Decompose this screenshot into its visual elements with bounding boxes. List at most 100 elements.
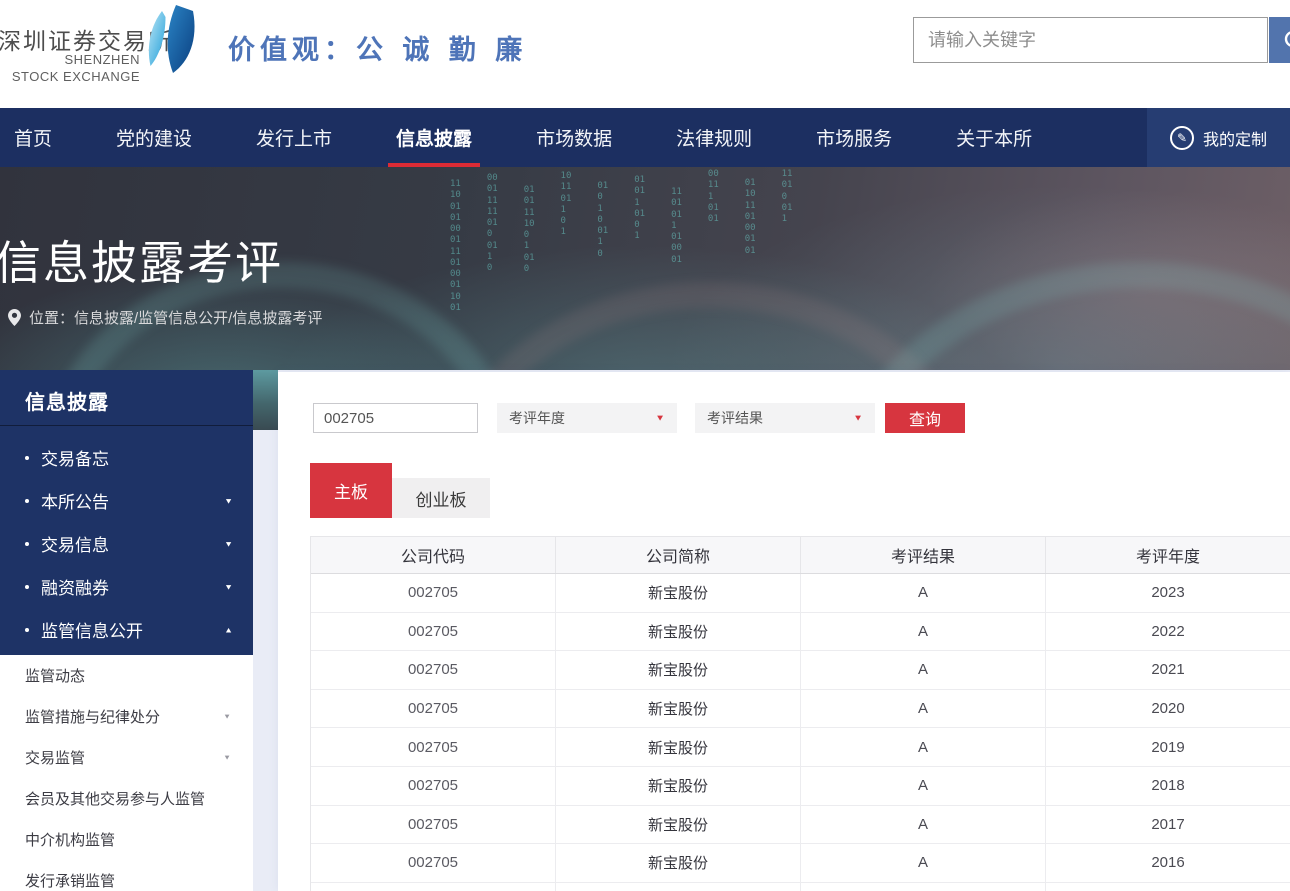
sidebar-item-label: 交易备忘 <box>41 445 109 470</box>
hero-banner: 11 10 01 01 00 01 11 01 00 01 10 0100 01… <box>0 167 1290 370</box>
company-name-cell: 新宝股份 <box>556 728 801 766</box>
binary-column: 00 11 1 01 01 <box>708 169 719 314</box>
sidebar-subitem[interactable]: 中介机构监管 <box>0 819 253 860</box>
szse-logo-icon <box>132 2 208 78</box>
my-customization-label: 我的定制 <box>1203 126 1267 150</box>
page: 深圳证券交易所 SHENZHEN STOCK EXCHANGE 价值观：公 诚 … <box>0 0 1290 891</box>
location-pin-icon <box>8 309 21 326</box>
company-code-cell: 002705 <box>311 651 556 689</box>
sidebar-subitem-label: 监管动态 <box>25 665 85 686</box>
results-table: 公司代码 公司简称 考评结果 考评年度 002705 新宝股份 A 2023 <box>310 536 1290 891</box>
search-button[interactable] <box>1269 17 1290 63</box>
sidebar-item[interactable]: 监管信息公开 ▲ <box>0 608 253 651</box>
site-header: 深圳证券交易所 SHENZHEN STOCK EXCHANGE 价值观：公 诚 … <box>0 0 1290 108</box>
evaluation-result-label: 考评结果 <box>707 408 763 428</box>
evaluation-result-cell: A <box>801 574 1046 612</box>
nav-item[interactable]: 信息披露 <box>396 108 472 167</box>
table-row: 002705 新宝股份 A 2021 <box>311 651 1290 690</box>
table-row: 002705 新宝股份 A 2017 <box>311 806 1290 845</box>
binary-column: 00 01 11 11 01 0 01 1 0 <box>487 173 498 314</box>
nav-item-label: 信息披露 <box>396 124 472 151</box>
sidebar-subitem[interactable]: 交易监管 ▼ <box>0 737 253 778</box>
binary-column: 11 01 01 1 01 00 01 <box>671 187 682 314</box>
caret-down-icon: ▼ <box>655 413 665 422</box>
sidebar-subitem[interactable]: 会员及其他交易参与人监管 <box>0 778 253 819</box>
table-row: 002705 新宝股份 A 2022 <box>311 613 1290 652</box>
company-name-cell: 新宝股份 <box>556 767 801 805</box>
binary-rain-decoration: 11 10 01 01 00 01 11 01 00 01 10 0100 01… <box>450 169 792 314</box>
evaluation-year-cell: 2016 <box>1046 844 1290 882</box>
keyword-search-input[interactable] <box>913 17 1268 63</box>
empty-cell <box>1046 883 1290 891</box>
customize-icon: ✎ <box>1170 126 1194 150</box>
sidebar-item[interactable]: 融资融券 ▼ <box>0 565 253 608</box>
nav-item-label: 发行上市 <box>256 124 332 151</box>
evaluation-result-cell: A <box>801 767 1046 805</box>
sidebar-item-label: 交易信息 <box>41 531 109 556</box>
evaluation-result-dropdown[interactable]: 考评结果 ▼ <box>695 403 875 433</box>
company-code-cell: 002705 <box>311 806 556 844</box>
board-tab[interactable]: 创业板 <box>392 478 490 518</box>
query-button[interactable]: 查询 <box>885 403 965 433</box>
company-code-cell: 002705 <box>311 844 556 882</box>
my-customization-button[interactable]: ✎ 我的定制 <box>1147 108 1290 167</box>
sidebar-divider <box>0 425 253 426</box>
breadcrumb-text: 位置：信息披露/监管信息公开/信息披露考评 <box>29 307 322 328</box>
caret-icon: ▲ <box>224 625 233 634</box>
search-icon <box>1283 29 1290 55</box>
sidebar-subitem-label: 监管措施与纪律处分 <box>25 706 160 727</box>
board-tabs: 主板 创业板 <box>310 463 490 518</box>
sidebar-subitem-label: 发行承销监管 <box>25 870 115 891</box>
table-header-cell: 考评结果 <box>801 537 1046 573</box>
table-row: 002705 新宝股份 A 2018 <box>311 767 1290 806</box>
board-tab[interactable]: 主板 <box>310 463 392 518</box>
nav-item[interactable]: 市场数据 <box>536 108 612 167</box>
table-row: 002705 新宝股份 A 2023 <box>311 574 1290 613</box>
main-content-panel: 考评年度 ▼ 考评结果 ▼ 查询 主板 创业板 公司代码 <box>278 372 1290 891</box>
logo-english-line2: STOCK EXCHANGE <box>0 69 140 84</box>
company-code-cell: 002705 <box>311 613 556 651</box>
sidebar-item-label: 监管信息公开 <box>41 617 143 642</box>
sidebar-subitem[interactable]: 发行承销监管 <box>0 860 253 891</box>
nav-item-label: 首页 <box>14 124 52 151</box>
evaluation-result-cell: A <box>801 844 1046 882</box>
bullet-icon <box>25 542 29 546</box>
sidebar-item-list: 交易备忘 本所公告 ▼ 交易信息 ▼ 融资融券 <box>0 436 253 651</box>
company-code-cell: 002705 <box>311 728 556 766</box>
evaluation-year-cell: 2023 <box>1046 574 1290 612</box>
nav-item-label: 市场服务 <box>816 124 892 151</box>
nav-item[interactable]: 法律规则 <box>676 108 752 167</box>
nav-item[interactable]: 市场服务 <box>816 108 892 167</box>
evaluation-year-dropdown[interactable]: 考评年度 ▼ <box>497 403 677 433</box>
evaluation-year-cell: 2020 <box>1046 690 1290 728</box>
nav-item[interactable]: 首页 <box>14 108 52 167</box>
table-row-partial <box>311 883 1290 891</box>
sidebar-item[interactable]: 本所公告 ▼ <box>0 479 253 522</box>
table-header-cell: 考评年度 <box>1046 537 1290 573</box>
evaluation-year-cell: 2022 <box>1046 613 1290 651</box>
sidebar-subitem[interactable]: 监管动态 <box>0 655 253 696</box>
nav-item[interactable]: 发行上市 <box>256 108 332 167</box>
sidebar-item[interactable]: 交易备忘 <box>0 436 253 479</box>
binary-column: 01 01 1 01 0 1 <box>634 175 645 314</box>
caret-icon: ▼ <box>223 754 231 762</box>
nav-item-label: 关于本所 <box>956 124 1032 151</box>
sidebar-subitem[interactable]: 监管措施与纪律处分 ▼ <box>0 696 253 737</box>
sidebar-item-label: 本所公告 <box>41 488 109 513</box>
nav-item-list: 首页 党的建设 发行上市 信息披露 市场数据 法律 <box>0 108 1290 167</box>
evaluation-year-cell: 2021 <box>1046 651 1290 689</box>
evaluation-year-label: 考评年度 <box>509 408 565 428</box>
sidebar-subitem-label: 中介机构监管 <box>25 829 115 850</box>
table-header-cell: 公司简称 <box>556 537 801 573</box>
table-row: 002705 新宝股份 A 2019 <box>311 728 1290 767</box>
sidebar-item[interactable]: 交易信息 ▼ <box>0 522 253 565</box>
nav-item-label: 法律规则 <box>676 124 752 151</box>
company-code-input[interactable] <box>313 403 478 433</box>
nav-item[interactable]: 关于本所 <box>956 108 1032 167</box>
company-name-cell: 新宝股份 <box>556 613 801 651</box>
nav-item[interactable]: 党的建设 <box>116 108 192 167</box>
nav-item-label: 党的建设 <box>116 124 192 151</box>
evaluation-year-cell: 2018 <box>1046 767 1290 805</box>
company-code-cell: 002705 <box>311 767 556 805</box>
slogan-text: 价值观：公 诚 勤 廉 <box>228 28 527 67</box>
